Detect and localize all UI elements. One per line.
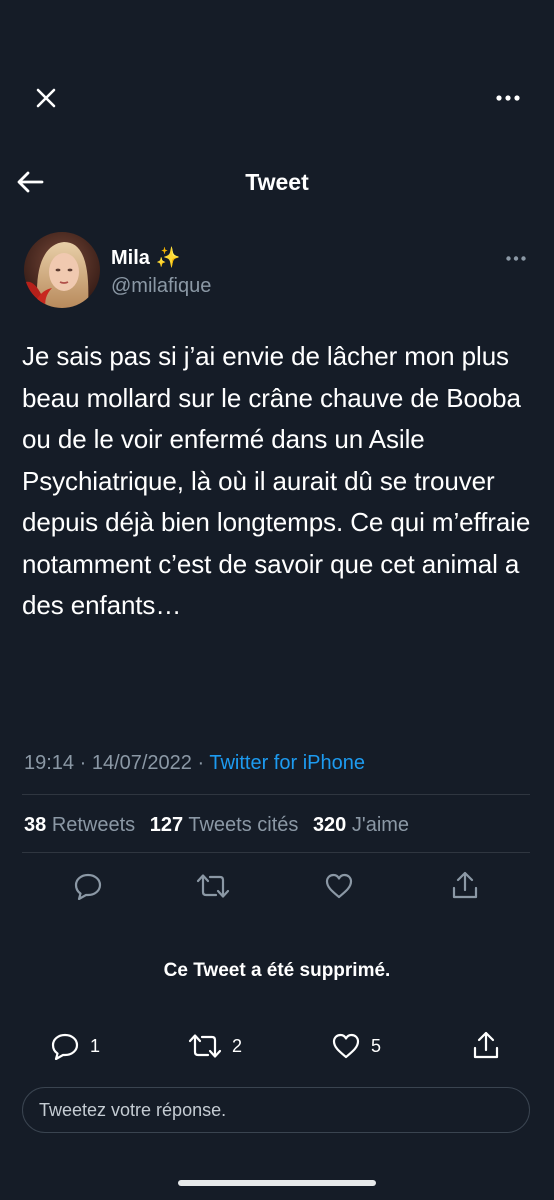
quotes-count: 127 [149,814,184,836]
close-button[interactable] [26,78,66,118]
author-name-text: Mila [111,247,150,269]
more-icon [506,255,526,261]
retweet-icon [188,1034,222,1058]
quoted-reply-count: 1 [90,1035,101,1056]
tweet-time: 19:14 · 14/07/2022 · [24,752,210,774]
reply-button[interactable] [73,872,103,900]
quoted-retweet-count: 2 [232,1035,243,1056]
quotes-stat[interactable]: 127 Tweets cités [150,814,299,836]
sparkles-emoji: ✨ [155,247,181,269]
more-icon [496,95,520,101]
avatar-image [24,232,100,308]
quoted-like-button[interactable]: 5 [331,1032,381,1060]
author-name[interactable]: Mila ✨ [111,244,180,272]
reply-icon [74,873,102,900]
deleted-tweet-notice: Ce Tweet a été supprimé. [163,960,391,981]
like-button[interactable] [324,872,354,900]
retweets-count: 38 [24,814,47,836]
divider [22,852,530,853]
page-title: Tweet [245,169,309,195]
tweet-source-link[interactable]: Twitter for iPhone [209,752,365,774]
retweet-icon [196,874,230,898]
tweet-timestamp: 19:14 · 14/07/2022 · Twitter for iPhone [24,748,365,778]
reply-placeholder: Tweetez votre réponse. [39,1100,227,1120]
tweet-more-button[interactable] [496,240,536,276]
quoted-reply-button[interactable]: 1 [50,1032,100,1060]
home-indicator[interactable] [178,1180,376,1186]
reply-input[interactable]: Tweetez votre réponse. [22,1087,530,1133]
share-icon [452,871,478,899]
more-options-button[interactable] [488,78,528,118]
retweets-stat[interactable]: 38 Retweets [24,814,135,836]
tweet-text: Je sais pas si j’ai envie de lâcher mon … [22,341,531,620]
likes-label: J'aime [351,814,410,836]
like-icon [332,1033,360,1059]
likes-count: 320 [312,814,347,836]
author-handle[interactable]: @milafique [111,272,211,300]
close-icon [36,88,56,108]
tweet-stats: 38 Retweets 127 Tweets cités 320 J'aime [24,810,418,840]
share-button[interactable] [451,870,479,900]
like-icon [325,873,353,899]
divider [22,794,530,795]
likes-stat[interactable]: 320 J'aime [313,814,409,836]
share-icon [473,1031,499,1059]
quoted-retweet-button[interactable]: 2 [188,1032,242,1060]
quoted-share-button[interactable] [472,1030,500,1060]
retweets-label: Retweets [51,814,136,836]
quoted-like-count: 5 [371,1035,382,1056]
avatar[interactable] [24,232,100,308]
reply-icon [51,1033,79,1060]
quotes-label: Tweets cités [188,814,299,836]
retweet-button[interactable] [196,872,230,900]
